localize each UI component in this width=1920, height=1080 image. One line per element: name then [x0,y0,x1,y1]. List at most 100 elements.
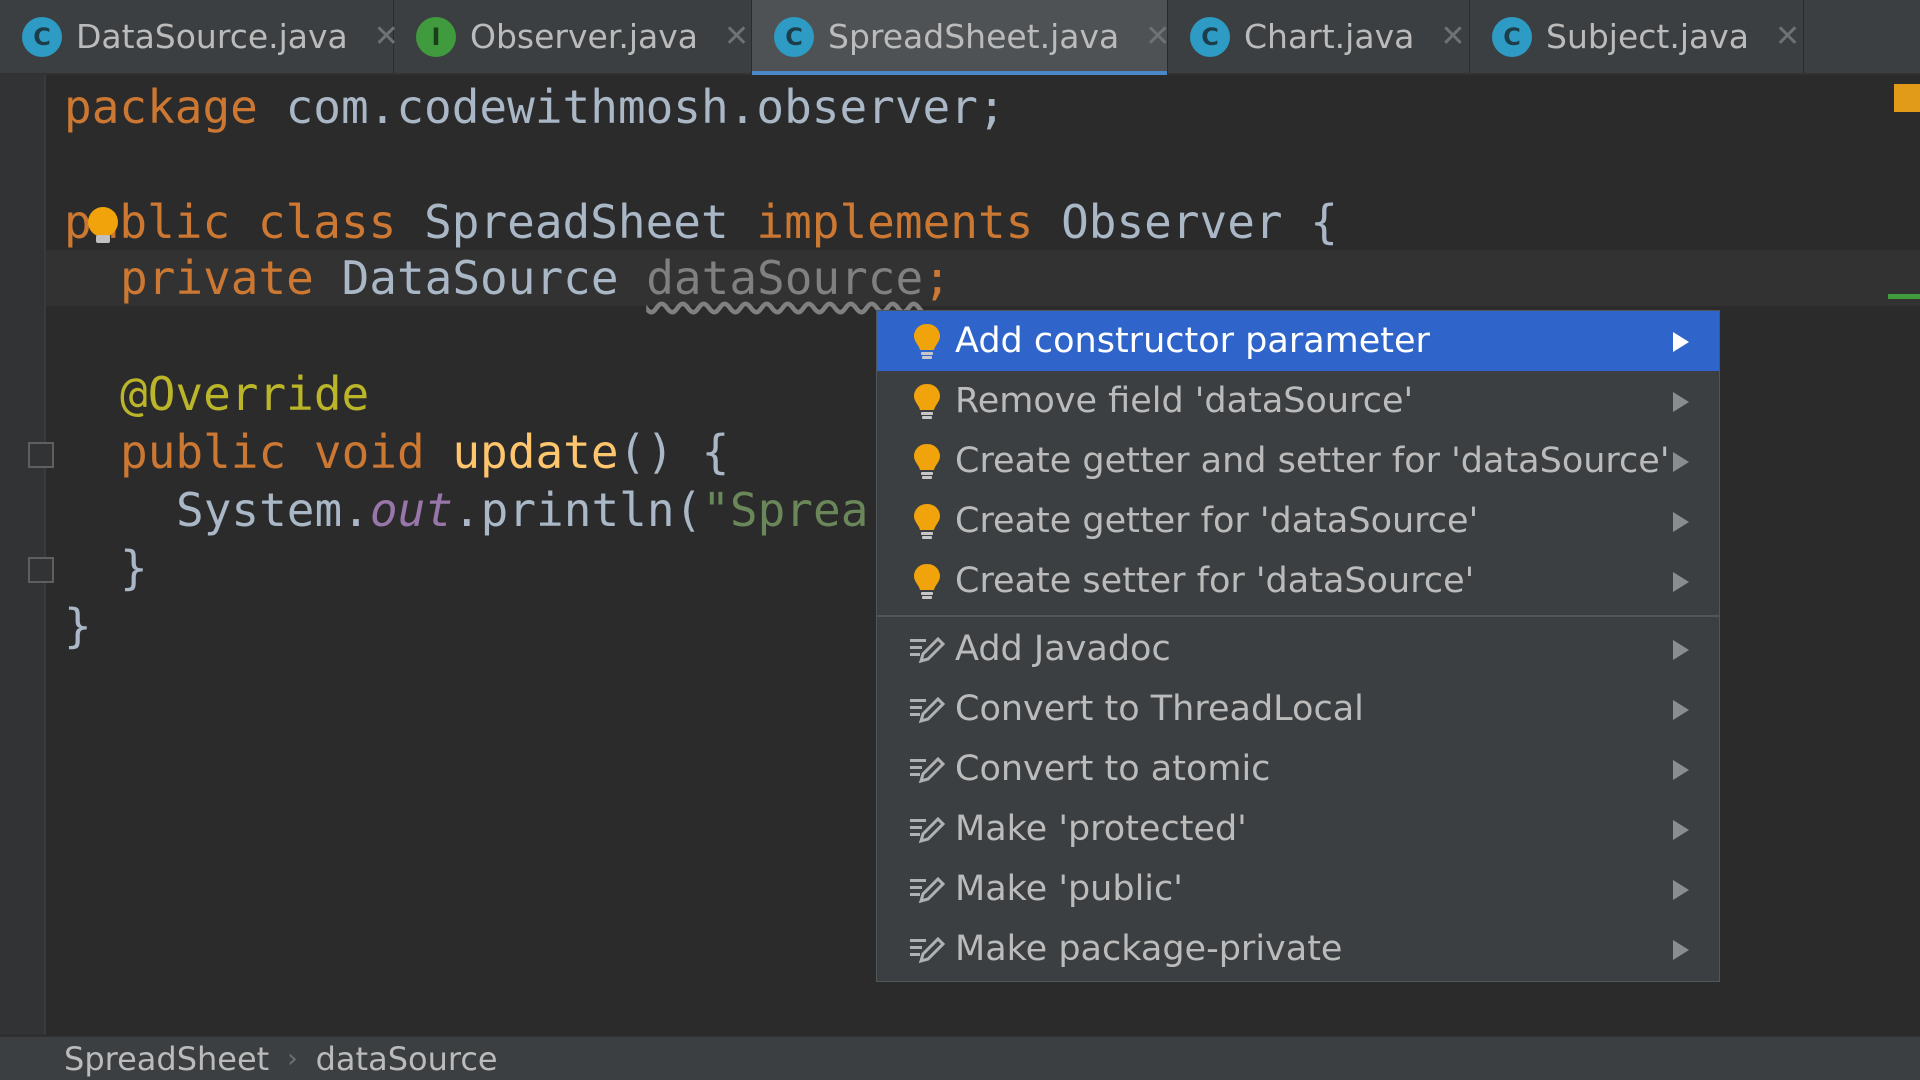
menu-item-make-package-private[interactable]: Make package-private [877,919,1719,979]
keyword: class [257,195,397,249]
close-icon[interactable]: ✕ [1775,19,1800,54]
unused-field[interactable]: dataSource [646,251,923,305]
tab-chart[interactable]: C Chart.java ✕ [1168,0,1470,73]
menu-item-label: Add Javadoc [955,629,1171,669]
submenu-arrow-icon [1673,700,1689,720]
code-line-6[interactable]: @Override [120,366,369,422]
close-icon[interactable]: ✕ [1145,19,1170,54]
menu-item-make-protected[interactable]: Make 'protected' [877,799,1719,859]
bulb-icon [914,504,940,539]
tab-datasource[interactable]: C DataSource.java ✕ [0,0,399,73]
menu-item-remove-field[interactable]: Remove field 'dataSource' [877,371,1719,431]
change-marker [1888,294,1920,299]
bulb-icon [914,444,940,479]
edit-icon [910,696,946,724]
menu-item-make-public[interactable]: Make 'public' [877,859,1719,919]
close-icon[interactable]: ✕ [724,19,749,54]
menu-separator [877,615,1719,617]
menu-item-convert-threadlocal[interactable]: Convert to ThreadLocal [877,679,1719,739]
tab-label: Subject.java [1546,17,1749,56]
menu-item-label: Make 'public' [955,869,1183,909]
code-line-1[interactable]: package com.codewithmosh.observer; [64,79,1006,135]
menu-item-convert-atomic[interactable]: Convert to atomic [877,739,1719,799]
semicolon: ; [923,251,951,305]
lightbulb-icon[interactable] [88,207,118,237]
tab-label: SpreadSheet.java [828,17,1120,56]
warning-marker[interactable] [1894,84,1920,112]
menu-item-create-getter-setter[interactable]: Create getter and setter for 'dataSource… [877,431,1719,491]
menu-item-label: Create getter for 'dataSource' [955,501,1479,541]
keyword: void [313,425,425,479]
breadcrumb-field[interactable]: dataSource [316,1040,498,1078]
keyword: public [120,425,287,479]
annotation: @Override [120,367,370,421]
menu-item-label: Create setter for 'dataSource' [955,561,1475,601]
submenu-arrow-icon [1673,940,1689,960]
submenu-arrow-icon [1673,820,1689,840]
menu-item-label: Make 'protected' [955,809,1247,849]
method-name: update [452,425,619,479]
interface-name: Observer { [1061,195,1339,249]
menu-item-label: Convert to atomic [955,749,1271,789]
menu-item-label: Remove field 'dataSource' [955,381,1414,421]
string-literal: "Sprea [702,483,869,537]
submenu-arrow-icon [1673,760,1689,780]
fold-close-icon[interactable] [28,557,54,583]
menu-item-label: Create getter and setter for 'dataSource… [955,441,1670,481]
closing-brace: } [120,541,148,595]
edit-icon [910,816,946,844]
code-line-7[interactable]: public void update() { [120,424,729,480]
keyword: package [64,80,258,134]
bulb-icon [914,384,940,419]
lightbulb-base [96,235,110,243]
intention-actions-popup: Add constructor parameter Remove field '… [876,310,1720,982]
tab-observer[interactable]: I Observer.java ✕ [394,0,752,73]
editor-tab-bar: C DataSource.java ✕ I Observer.java ✕ C … [0,0,1920,75]
method-call: .println( [452,483,703,537]
code-line-3[interactable]: public class SpreadSheet implements Obse… [64,194,1338,250]
breadcrumb-class[interactable]: SpreadSheet [64,1040,269,1078]
submenu-arrow-icon [1673,640,1689,660]
code-line-9[interactable]: } [120,540,148,596]
method-params: () { [618,425,730,479]
class-icon: C [774,16,814,57]
tab-subject[interactable]: C Subject.java ✕ [1470,0,1804,73]
edit-icon [910,936,946,964]
code-line-8[interactable]: System.out.println("Sprea [176,482,868,538]
edit-icon [910,876,946,904]
menu-item-create-setter[interactable]: Create setter for 'dataSource' [877,551,1719,611]
keyword: private [120,251,314,305]
tab-label: DataSource.java [76,17,348,56]
class-ref: System. [176,483,370,537]
code-line-10[interactable]: } [64,598,92,654]
breadcrumb-separator: › [287,1043,298,1074]
bulb-icon [914,564,940,599]
menu-item-label: Convert to ThreadLocal [955,689,1364,729]
close-icon[interactable]: ✕ [1440,19,1465,54]
closing-brace: } [64,599,92,653]
submenu-arrow-icon [1673,332,1689,352]
submenu-arrow-icon [1673,880,1689,900]
submenu-arrow-icon [1673,392,1689,412]
interface-icon: I [416,16,456,57]
fold-open-icon[interactable] [28,442,54,468]
bulb-icon [914,324,940,359]
editor-gutter [0,75,54,1035]
edit-icon [910,756,946,784]
code-line-4[interactable]: private DataSource dataSource; [120,250,951,306]
menu-item-add-javadoc[interactable]: Add Javadoc [877,619,1719,679]
edit-icon [910,636,946,664]
menu-item-label: Make package-private [955,929,1343,969]
submenu-arrow-icon [1673,572,1689,592]
submenu-arrow-icon [1673,512,1689,532]
type-name: DataSource [341,251,619,305]
menu-item-create-getter[interactable]: Create getter for 'dataSource' [877,491,1719,551]
tab-spreadsheet[interactable]: C SpreadSheet.java ✕ [752,0,1170,75]
menu-item-add-constructor-parameter[interactable]: Add constructor parameter [877,311,1719,371]
tab-label: Chart.java [1244,17,1415,56]
class-name: SpreadSheet [424,195,729,249]
keyword: implements [756,195,1034,249]
breadcrumb: SpreadSheet › dataSource [0,1036,1920,1080]
static-field: out [369,483,453,537]
class-icon: C [1190,16,1230,57]
